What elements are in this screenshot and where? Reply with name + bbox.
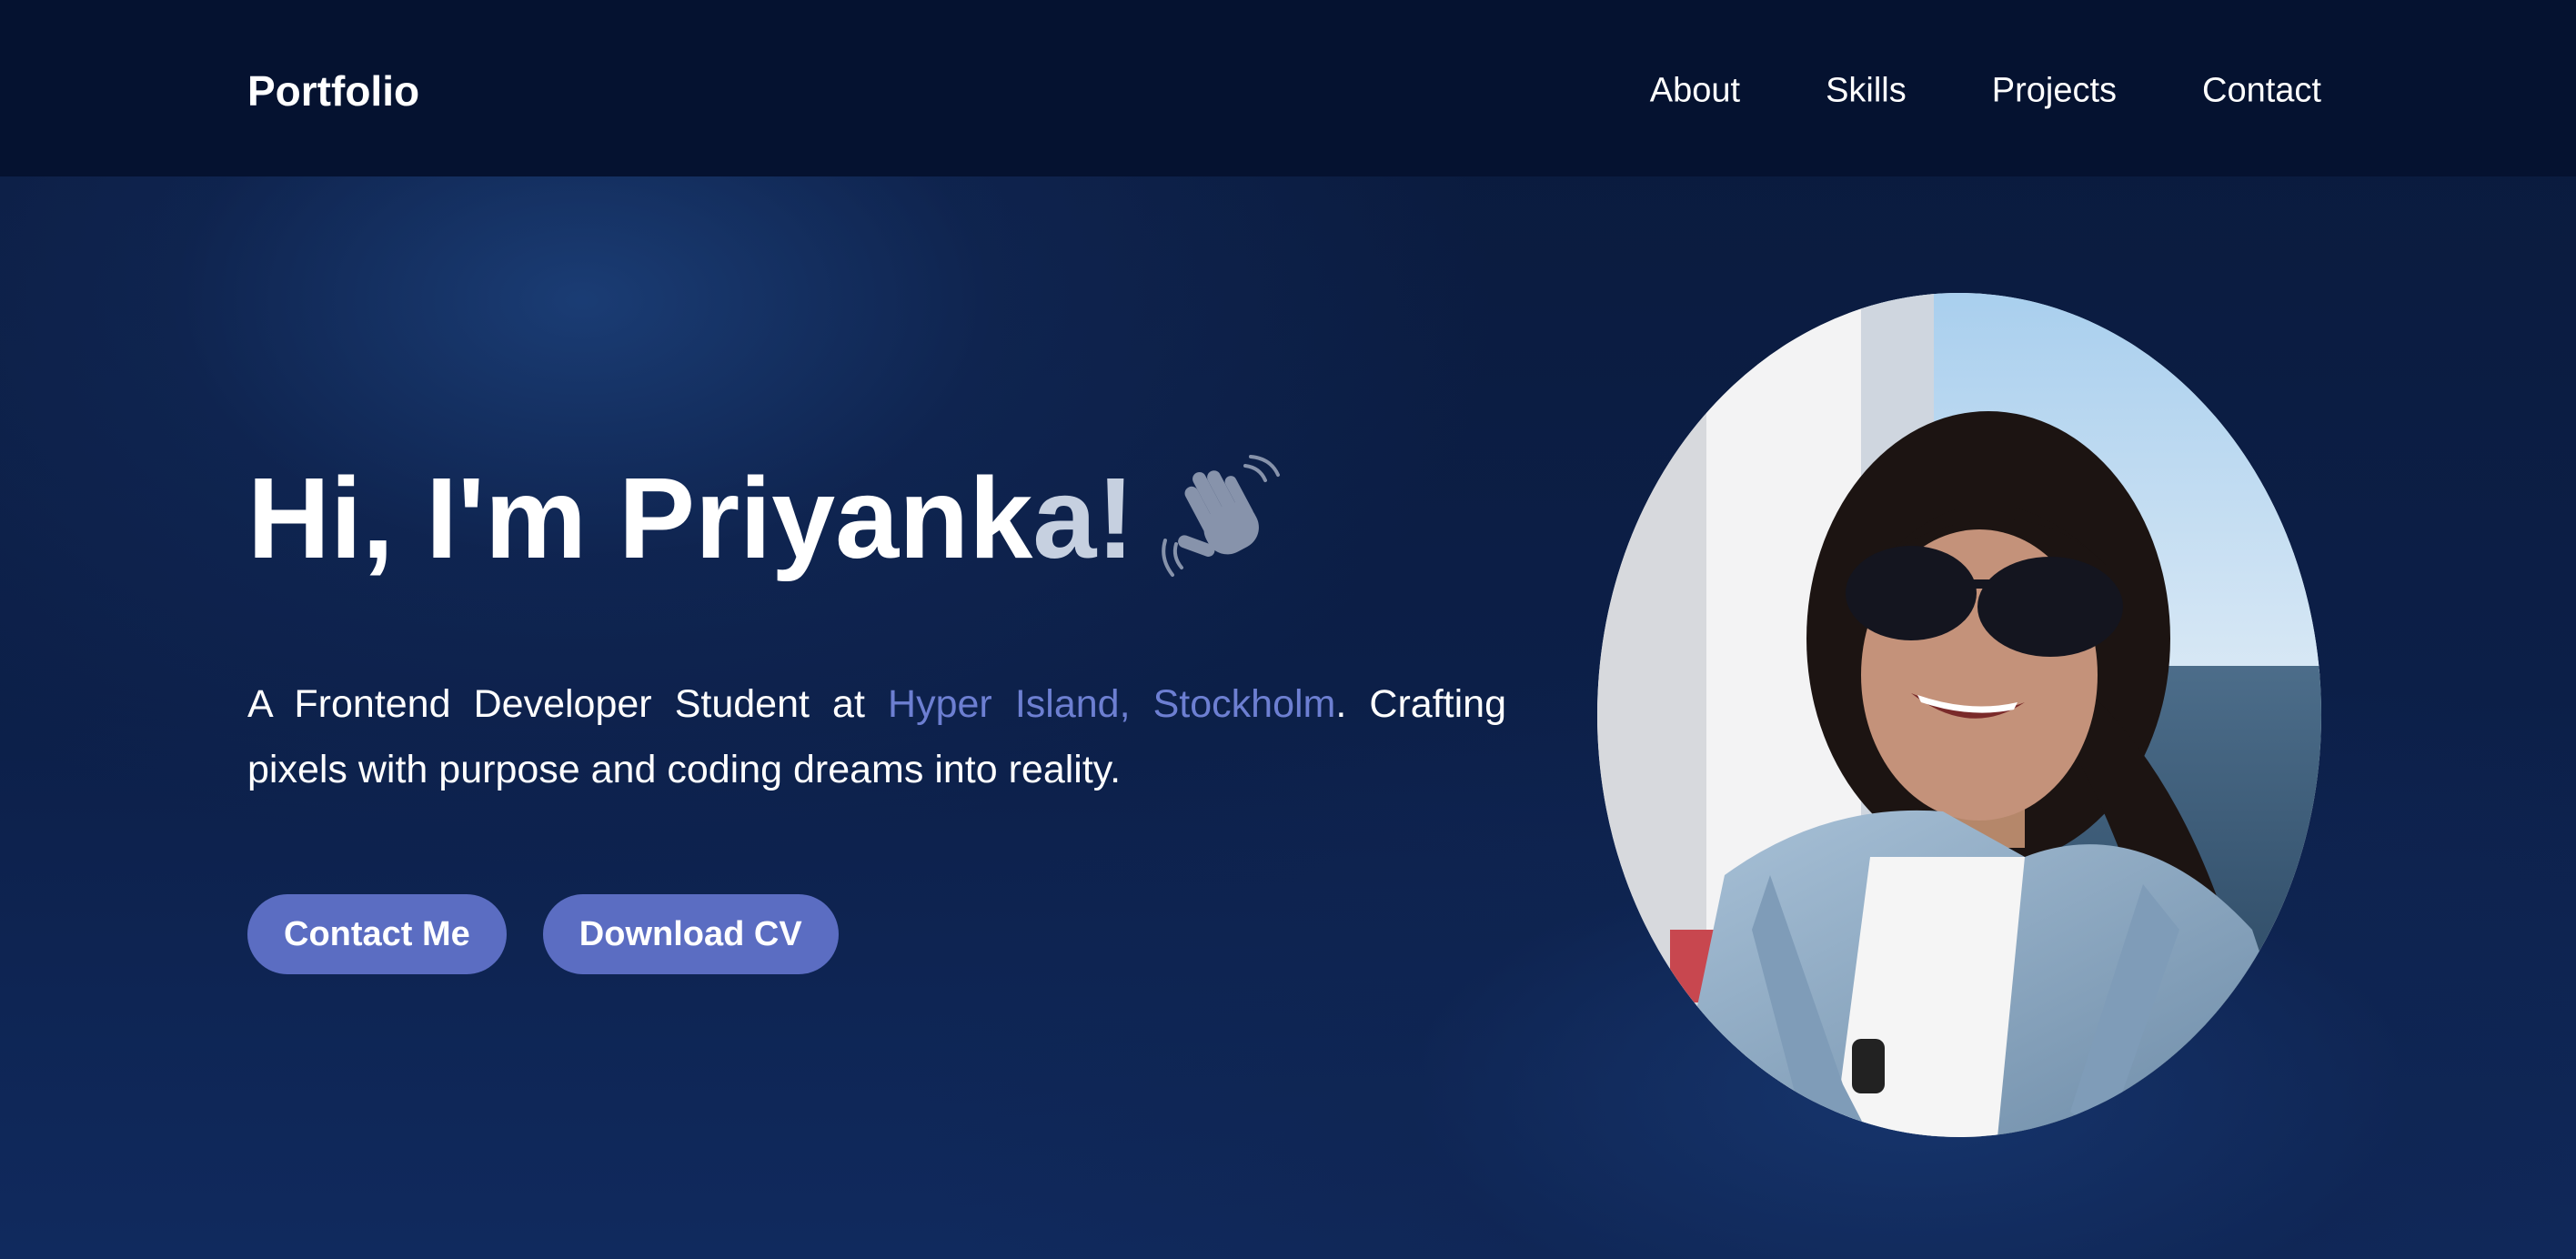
nav-link-projects[interactable]: Projects [1992,72,2117,111]
hero-title-fade: a! [1032,454,1135,582]
profile-photo [1597,293,2321,1137]
brand-logo[interactable]: Portfolio [247,66,419,116]
hero-buttons: Contact Me Download CV [247,894,839,974]
school-highlight: Hyper Island, Stockholm [888,682,1336,726]
nav-link-skills[interactable]: Skills [1826,72,1907,111]
waving-hand-icon [1158,455,1285,582]
navbar: Portfolio About Skills Projects Contact [0,0,2576,176]
nav-link-about[interactable]: About [1650,72,1740,111]
hero-title-main: Hi, I'm Priyank [247,454,1033,582]
download-cv-button[interactable]: Download CV [542,894,839,974]
nav-links: About Skills Projects Contact [1650,72,2321,111]
hero-title: Hi, I'm Priyank a! [247,455,1285,582]
hero-desc-prefix: A Frontend Developer Student at [247,682,889,726]
hero-description: A Frontend Developer Student at Hyper Is… [247,671,1506,802]
contact-me-button[interactable]: Contact Me [247,894,507,974]
nav-link-contact[interactable]: Contact [2202,72,2321,111]
